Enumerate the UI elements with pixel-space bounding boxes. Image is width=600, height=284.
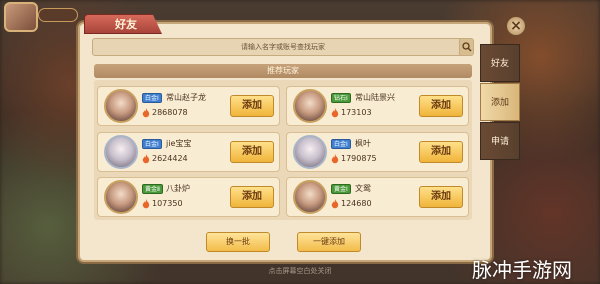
combat-power: 173103 (341, 108, 372, 117)
combat-power: 2624424 (152, 154, 188, 163)
add-friend-button[interactable]: 添加 (230, 95, 274, 117)
player-card: 白金Ⅰ 枫叶 1790875 添加 (286, 132, 469, 172)
dialog-title: 好友 (84, 14, 162, 34)
tab-friends[interactable]: 好友 (480, 44, 520, 82)
rank-badge: 白金Ⅰ (142, 93, 162, 103)
player-avatar[interactable] (4, 2, 38, 32)
combat-power: 2868078 (152, 108, 188, 117)
tab-requests[interactable]: 申请 (480, 122, 520, 160)
search-button[interactable] (459, 39, 473, 55)
tab-add[interactable]: 添加 (480, 83, 520, 121)
player-name: jie宝宝 (166, 139, 192, 148)
recommended-players-header: 推荐玩家 (94, 64, 472, 78)
rank-badge: 黄金Ⅰ (331, 184, 351, 194)
player-name: 文鸳 (355, 184, 371, 193)
search-input[interactable]: 请输入名字或账号查找玩家 (92, 38, 474, 56)
player-card: 白金Ⅰ 常山赵子龙 2868078 添加 (97, 86, 280, 126)
player-portrait[interactable] (104, 135, 138, 169)
combat-power: 107350 (152, 199, 183, 208)
player-card: 黄金Ⅰ 文鸳 124680 添加 (286, 177, 469, 217)
player-name: 常山赵子龙 (166, 93, 206, 102)
rank-badge: 黄金Ⅱ (142, 184, 163, 194)
flame-icon (331, 154, 339, 164)
search-icon (462, 42, 472, 52)
rank-badge: 白金Ⅰ (331, 139, 351, 149)
add-friend-button[interactable]: 添加 (419, 95, 463, 117)
player-card: 黄金Ⅱ 八卦炉 107350 添加 (97, 177, 280, 217)
close-button[interactable]: × (506, 16, 526, 36)
player-card: 钻石Ⅰ 常山陆景兴 173103 添加 (286, 86, 469, 126)
player-portrait[interactable] (104, 89, 138, 123)
flame-icon (142, 154, 150, 164)
player-portrait[interactable] (293, 89, 327, 123)
player-portrait[interactable] (104, 180, 138, 214)
flame-icon (331, 108, 339, 118)
combat-power: 1790875 (341, 154, 377, 163)
flame-icon (331, 199, 339, 209)
rank-badge: 白金Ⅰ (142, 139, 162, 149)
player-portrait[interactable] (293, 135, 327, 169)
player-portrait[interactable] (293, 180, 327, 214)
site-watermark: 脉冲手游网 (472, 258, 572, 282)
add-all-button[interactable]: 一键添加 (297, 232, 361, 252)
player-name: 常山陆景兴 (355, 93, 395, 102)
add-friend-button[interactable]: 添加 (419, 141, 463, 163)
add-friend-button[interactable]: 添加 (230, 186, 274, 208)
level-badge (38, 8, 78, 22)
player-name: 八卦炉 (166, 184, 190, 193)
flame-icon (142, 108, 150, 118)
add-friend-button[interactable]: 添加 (230, 141, 274, 163)
refresh-list-button[interactable]: 换一批 (206, 232, 270, 252)
rank-badge: 钻石Ⅰ (331, 93, 351, 103)
add-friend-button[interactable]: 添加 (419, 186, 463, 208)
player-name: 枫叶 (355, 139, 371, 148)
player-card: 白金Ⅰ jie宝宝 2624424 添加 (97, 132, 280, 172)
close-hint: 点击屏幕空白处关闭 (268, 267, 332, 275)
flame-icon (142, 199, 150, 209)
combat-power: 124680 (341, 199, 372, 208)
